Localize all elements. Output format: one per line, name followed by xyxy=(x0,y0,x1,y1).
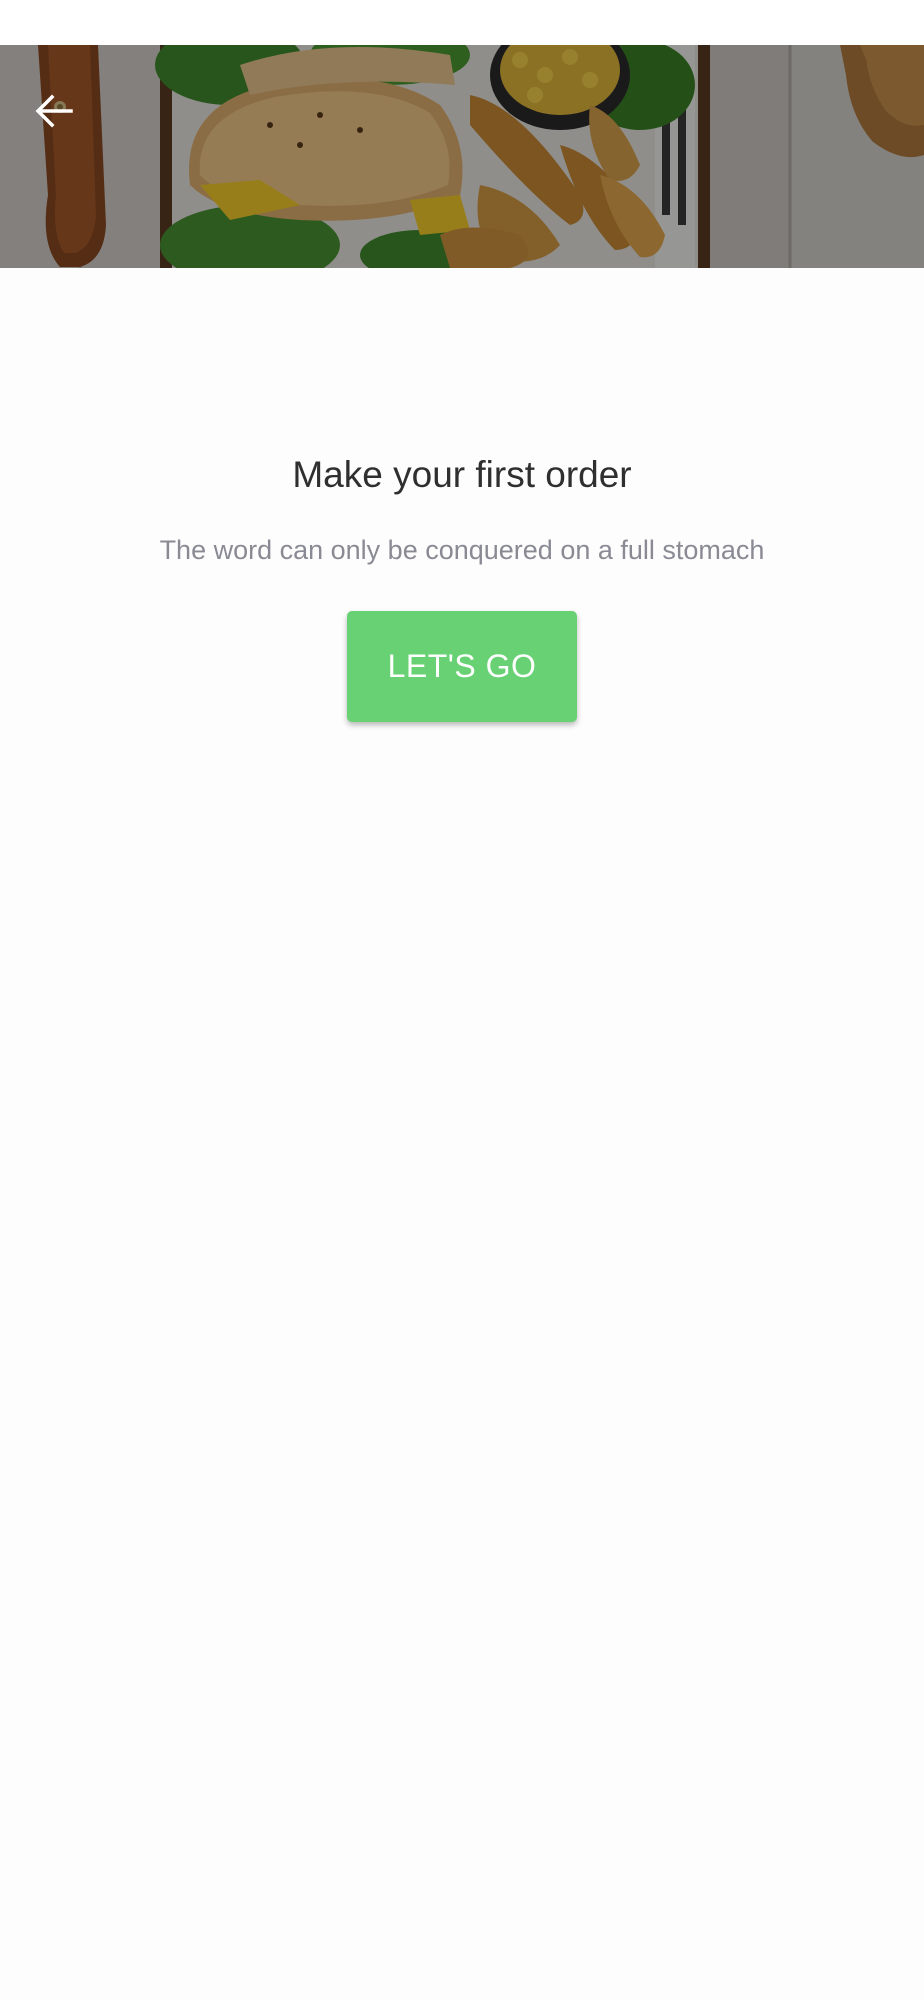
page-title: Make your first order xyxy=(292,454,632,495)
lets-go-button[interactable]: LET'S GO xyxy=(347,611,577,722)
back-button[interactable] xyxy=(30,87,78,135)
arrow-left-icon xyxy=(35,94,73,128)
food-tray-photo xyxy=(0,45,924,268)
page-subtitle: The word can only be conquered on a full… xyxy=(159,535,765,565)
hero-image xyxy=(0,45,924,268)
status-bar xyxy=(0,0,924,45)
